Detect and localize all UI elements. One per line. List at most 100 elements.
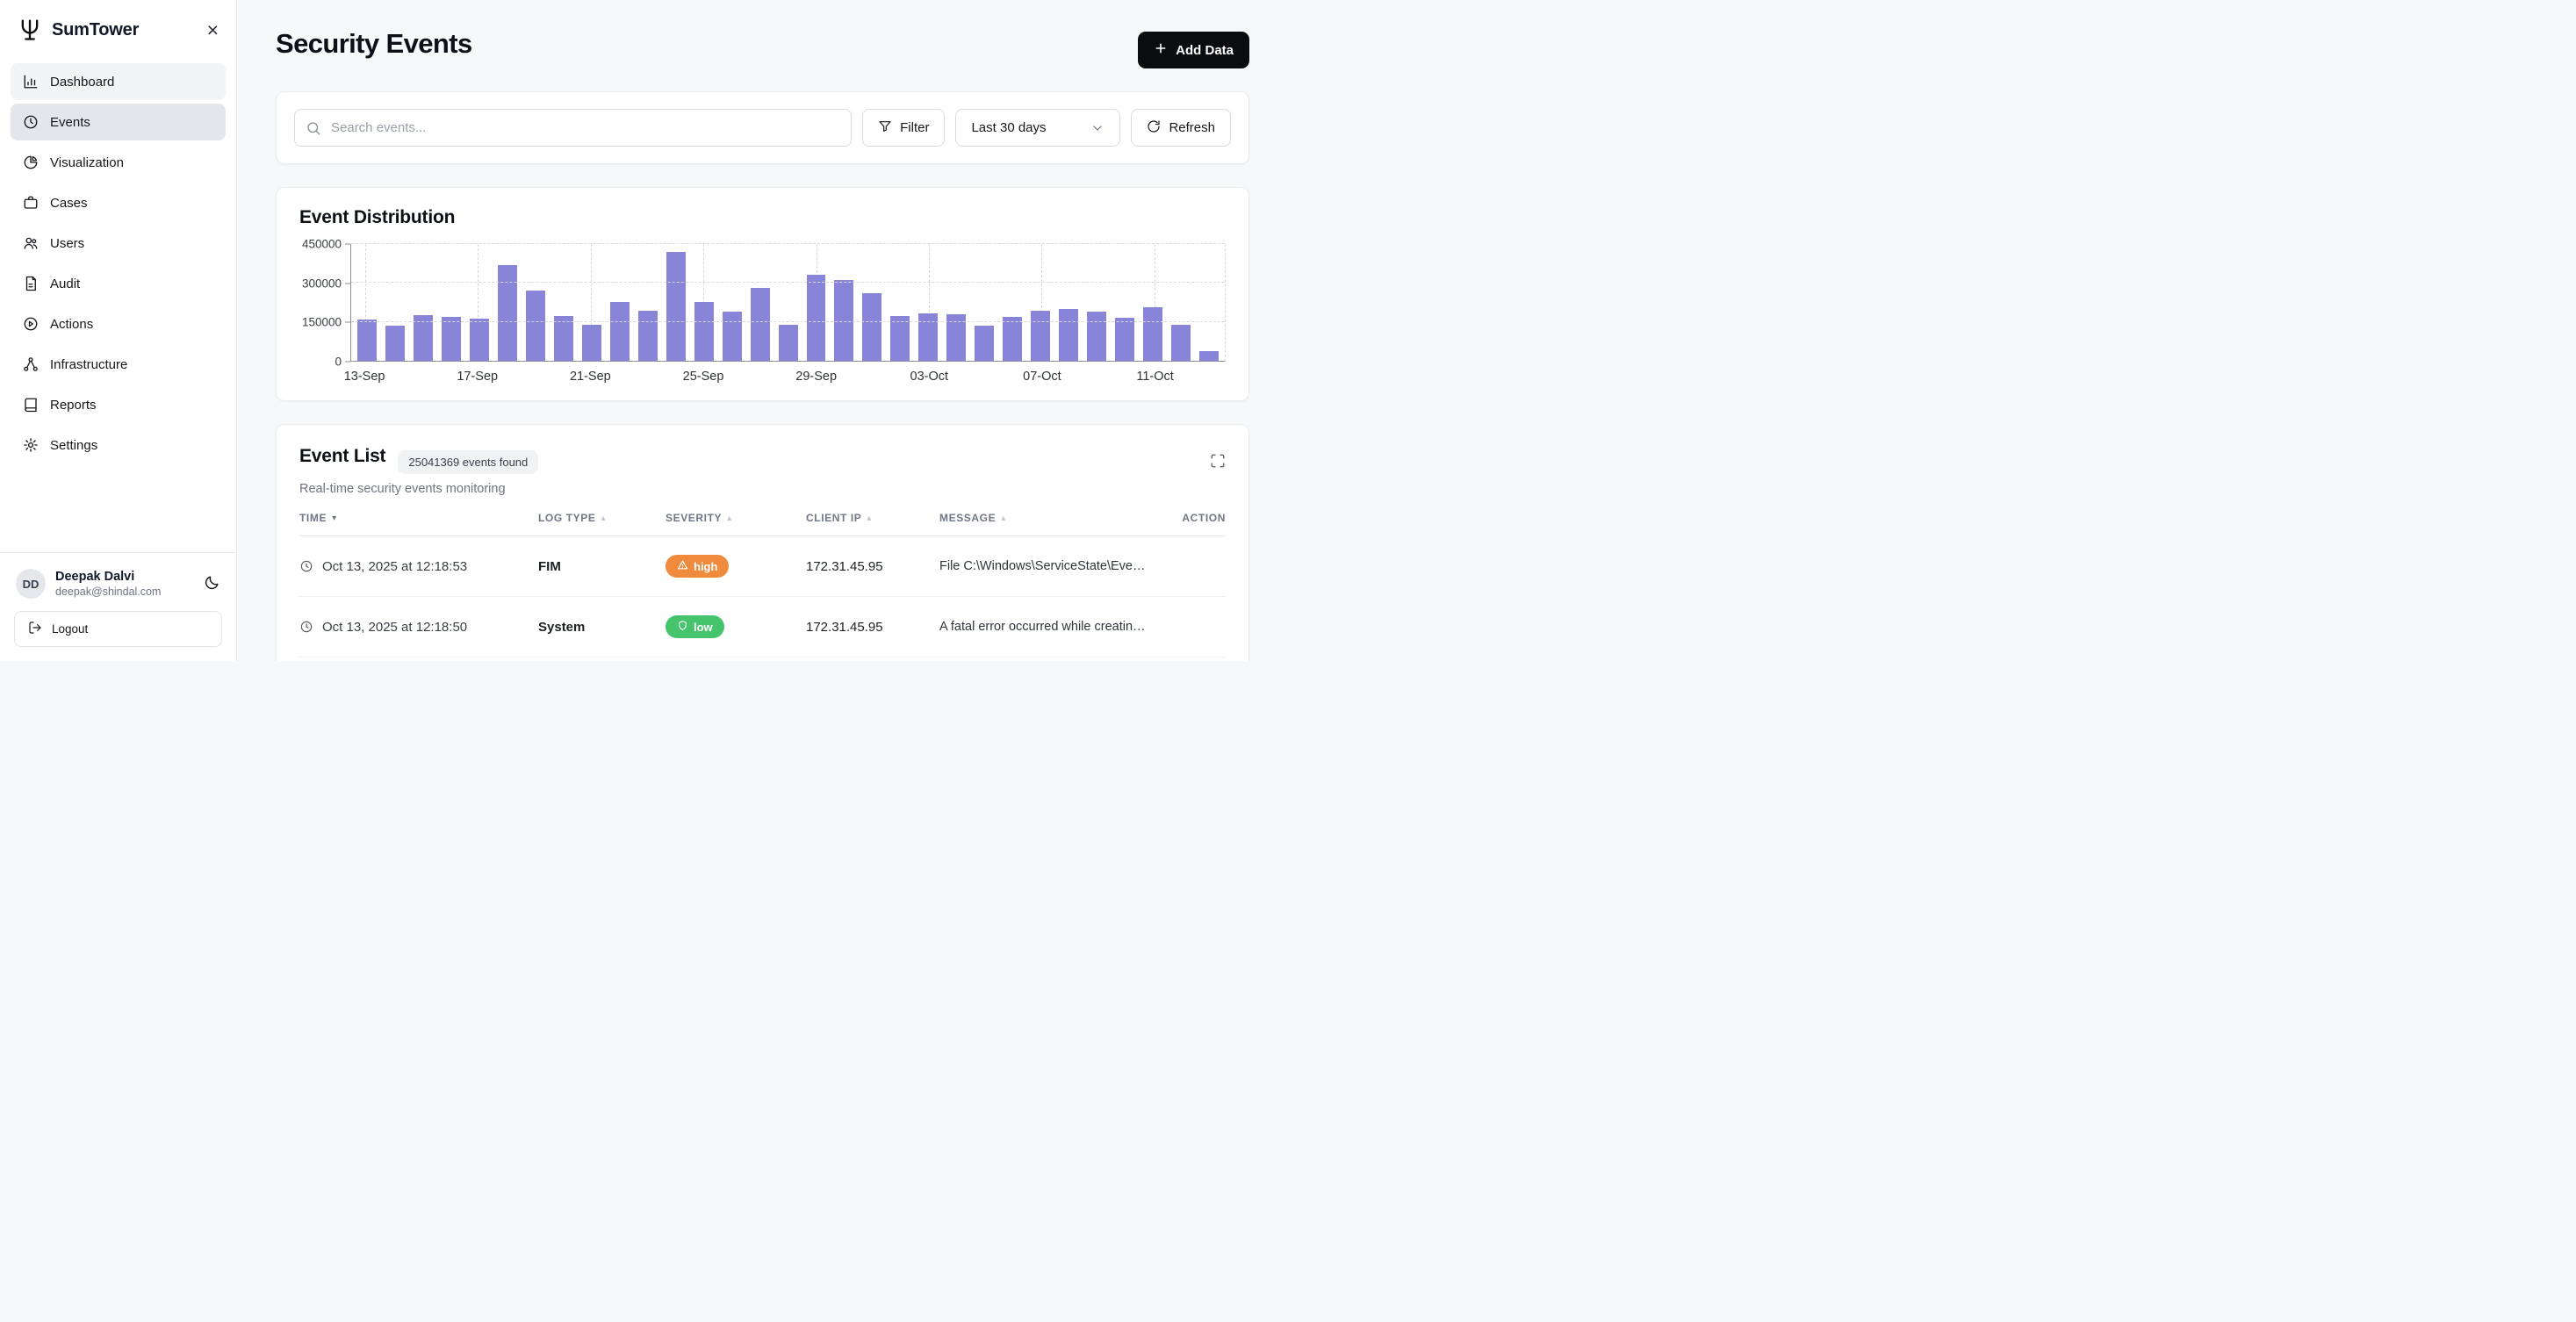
refresh-icon [1147,119,1161,137]
table-row[interactable]: Oct 13, 2025 at 12:18:50 Systemlow172.31.… [299,597,1226,657]
bar-26-Sep [723,312,742,361]
sumtower-logo-icon [18,18,42,42]
bar-23-Sep [638,311,658,361]
visualization-icon [23,154,39,170]
bar-10-Oct [1115,318,1134,361]
logout-button[interactable]: Logout [14,611,222,647]
logout-icon [28,621,42,637]
column-label: TIME [299,512,327,524]
chart-x-axis: 13-Sep17-Sep21-Sep25-Sep29-Sep03-Oct07-O… [350,362,1226,388]
date-range-select[interactable]: Last 30 days [955,109,1120,147]
add-data-button[interactable]: Add Data [1138,32,1249,68]
sidebar-item-actions[interactable]: Actions [11,305,226,342]
filter-label: Filter [900,120,929,135]
chart-bars [351,244,1225,361]
bar-19-Sep [526,291,545,361]
reports-icon [23,397,39,413]
logout-label: Logout [52,622,88,636]
time-cell: Oct 13, 2025 at 12:18:53 [299,559,538,574]
sidebar-item-cases[interactable]: Cases [11,184,226,221]
sidebar-close-button[interactable]: × [207,20,219,40]
event-list-subtitle: Real-time security events monitoring [299,482,1226,496]
bar-06-Oct [1003,317,1022,361]
message-cell: File C:\Windows\ServiceState\EventLog\Da… [939,559,1162,573]
column-label: LOG TYPE [538,512,595,524]
sidebar-item-label: Infrastructure [50,357,127,372]
sidebar-item-audit[interactable]: Audit [11,265,226,302]
y-tick-label: 150000 [302,316,342,329]
chevron-down-icon [1090,121,1105,135]
sort-up-icon: ▴ [601,514,606,523]
x-tick-label: 25-Sep [683,370,724,384]
bar-17-Sep [470,319,489,361]
page-header: Security Events Add Data [276,28,1249,68]
search-wrap [294,109,852,147]
expand-button[interactable] [1210,446,1226,471]
sidebar-item-infrastructure[interactable]: Infrastructure [11,346,226,383]
client-ip-cell: 172.31.45.95 [806,559,939,574]
column-header-time[interactable]: TIME▾ [299,512,538,524]
sidebar-item-users[interactable]: Users [11,225,226,262]
clock-icon [299,620,313,634]
refresh-button[interactable]: Refresh [1131,109,1231,147]
column-header-client-ip[interactable]: CLIENT IP▴ [806,512,939,524]
sidebar-item-dashboard[interactable]: Dashboard [11,63,226,100]
column-label: CLIENT IP [806,512,861,524]
event-time: Oct 13, 2025 at 12:18:50 [322,620,467,635]
sidebar-item-events[interactable]: Events [11,104,226,140]
x-tick-label: 17-Sep [457,370,498,384]
bar-05-Oct [975,326,994,361]
log-type-cell: System [538,620,666,635]
sidebar-item-label: Events [50,115,90,130]
column-label: ACTION [1182,512,1226,524]
bar-15-Sep [414,315,433,361]
x-tick-label: 07-Oct [1023,370,1061,384]
column-header-log-type[interactable]: LOG TYPE ▴ [538,512,666,524]
bar-18-Sep [498,265,517,361]
table-row[interactable]: Oct 13, 2025 at 12:18:53FIMhigh172.31.45… [299,536,1226,597]
filter-button[interactable]: Filter [862,109,945,147]
bar-13-Sep [357,320,377,361]
sidebar-item-label: Settings [50,438,97,453]
bar-02-Oct [890,316,910,361]
sidebar-item-settings[interactable]: Settings [11,427,226,463]
x-tick-label: 13-Sep [344,370,385,384]
sidebar-nav: Dashboard Events VisualizationCases UsersAu… [0,63,236,463]
sidebar-item-label: Reports [50,398,97,413]
bar-12-Oct [1171,325,1191,361]
column-header-message[interactable]: MESSAGE ▴ [939,512,1162,524]
column-header-severity[interactable]: SEVERITY▴ [666,512,806,524]
event-distribution-chart: 0150000300000450000 13-Sep17-Sep21-Sep25… [299,244,1226,388]
shield-icon [677,620,688,634]
infrastructure-icon [23,356,39,372]
actions-icon [23,316,39,332]
client-ip-cell: 172.31.45.95 [806,620,939,635]
main-content: Security Events Add Data Filter Last 30 … [237,0,1288,661]
severity-badge: high [666,555,729,578]
bar-08-Oct [1059,309,1078,361]
message-cell: A fatal error occurred while creating a … [939,620,1162,634]
column-label: MESSAGE [939,512,996,524]
event-list-header: Event List 25041369 events found [299,446,1226,474]
x-tick-label: 29-Sep [795,370,837,384]
fullscreen-icon [1210,453,1226,471]
date-range-value: Last 30 days [971,120,1046,135]
sort-up-icon: ▴ [727,514,732,523]
sidebar-item-label: Actions [50,317,93,332]
y-tick-label: 300000 [302,277,342,290]
bar-27-Sep [751,288,770,361]
sort-up-icon: ▴ [1001,514,1006,523]
dark-mode-toggle[interactable] [204,574,220,593]
page-title: Security Events [276,28,472,60]
search-input[interactable] [294,109,852,147]
user-profile[interactable]: DD Deepak Dalvi deepak@shindal.com [14,565,222,611]
user-meta: Deepak Dalvi deepak@shindal.com [55,570,161,598]
chart-plot-column: 13-Sep17-Sep21-Sep25-Sep29-Sep03-Oct07-O… [350,244,1226,388]
event-time: Oct 13, 2025 at 12:18:53 [322,559,467,574]
y-tick-label: 450000 [302,238,342,251]
sidebar-item-reports[interactable]: Reports [11,386,226,423]
warning-triangle-icon [677,559,688,573]
sidebar-item-visualization[interactable]: Visualization [11,144,226,181]
severity-cell: low [666,615,806,638]
audit-icon [23,276,39,291]
